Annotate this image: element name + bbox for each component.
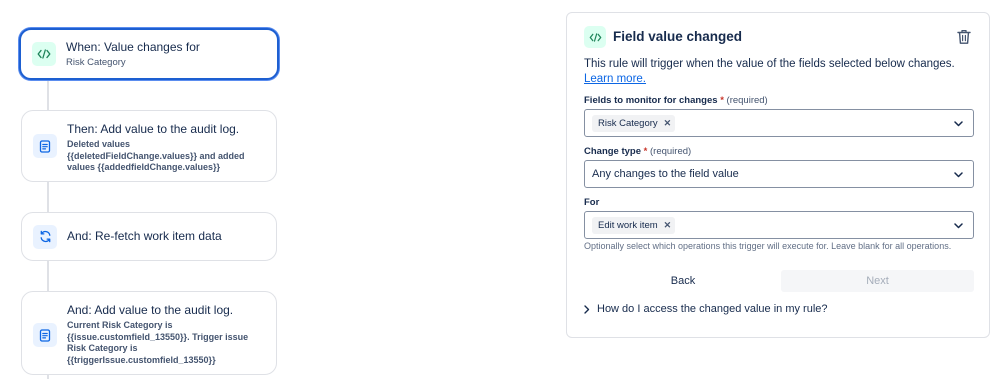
change-type-select[interactable]: Any changes to the field value: [584, 160, 974, 188]
remove-chip-icon[interactable]: ✕: [664, 220, 672, 231]
required-text: (required): [726, 95, 768, 106]
selected-operation-chip: Edit work item ✕: [592, 217, 676, 234]
change-type-value: Any changes to the field value: [592, 168, 739, 180]
for-label: For: [584, 197, 599, 208]
selected-field-chip: Risk Category ✕: [592, 115, 676, 132]
fields-label: Fields to monitor for changes * (require…: [584, 95, 768, 106]
for-label-text: For: [584, 197, 600, 208]
remove-chip-icon[interactable]: ✕: [664, 118, 672, 129]
chevron-down-icon: [954, 121, 963, 127]
action-title: Then: Add value to the audit log.: [67, 122, 240, 136]
panel-intro: This rule will trigger when the value of…: [584, 57, 976, 87]
flow-connector: [47, 182, 49, 212]
action-title: And: Re-fetch work item data: [67, 229, 222, 243]
trigger-subtitle: Risk Category: [66, 56, 126, 68]
back-button[interactable]: Back: [635, 270, 731, 292]
required-text: (required): [650, 146, 692, 157]
delete-trigger-button[interactable]: [957, 29, 971, 45]
document-icon: [33, 323, 57, 347]
refresh-icon: [33, 224, 57, 249]
fields-select[interactable]: Risk Category ✕: [584, 109, 974, 137]
change-type-label: Change type * (required): [584, 146, 691, 157]
next-button[interactable]: Next: [781, 270, 974, 292]
panel-title: Field value changed: [613, 29, 743, 44]
fields-label-text: Fields to monitor for changes: [584, 95, 718, 106]
required-asterisk: *: [643, 146, 648, 157]
field-change-icon: [32, 42, 56, 66]
trigger-title: When: Value changes for: [66, 39, 200, 54]
operations-select[interactable]: Edit work item ✕: [584, 211, 974, 239]
action-card-refetch[interactable]: And: Re-fetch work item data: [21, 212, 277, 261]
field-change-icon: [584, 26, 606, 48]
accordion-label: How do I access the changed value in my …: [597, 303, 828, 315]
chip-label: Edit work item: [598, 220, 658, 231]
action-card-audit-log[interactable]: Then: Add value to the audit log. Delete…: [21, 110, 277, 182]
flow-connector: [47, 261, 49, 291]
trigger-card[interactable]: When: Value changes for Risk Category: [19, 28, 279, 80]
required-asterisk: *: [720, 95, 724, 106]
chip-label: Risk Category: [598, 118, 658, 129]
trash-icon: [957, 29, 971, 44]
action-description: Deleted values {{deletedFieldChange.valu…: [67, 139, 245, 172]
learn-more-link[interactable]: Learn more.: [584, 73, 646, 85]
chevron-down-icon: [954, 223, 963, 229]
action-description: Current Risk Category is {{issue.customf…: [67, 320, 249, 365]
flow-connector: [47, 80, 49, 110]
intro-text: This rule will trigger when the value of…: [584, 58, 955, 70]
action-card-audit-log-2[interactable]: And: Add value to the audit log. Current…: [21, 291, 277, 375]
document-icon: [33, 134, 57, 158]
changed-value-help-toggle[interactable]: How do I access the changed value in my …: [584, 303, 828, 315]
chevron-down-icon: [954, 172, 963, 178]
change-type-label-text: Change type: [584, 146, 642, 157]
action-title: And: Add value to the audit log.: [67, 303, 234, 317]
trigger-config-panel: Field value changed This rule will trigg…: [566, 12, 990, 338]
flow-connector: [47, 375, 49, 379]
operations-help-text: Optionally select which operations this …: [584, 241, 952, 251]
chevron-right-icon: [584, 304, 590, 314]
automation-rule-editor: When: Value changes for Risk Category Th…: [0, 0, 999, 379]
